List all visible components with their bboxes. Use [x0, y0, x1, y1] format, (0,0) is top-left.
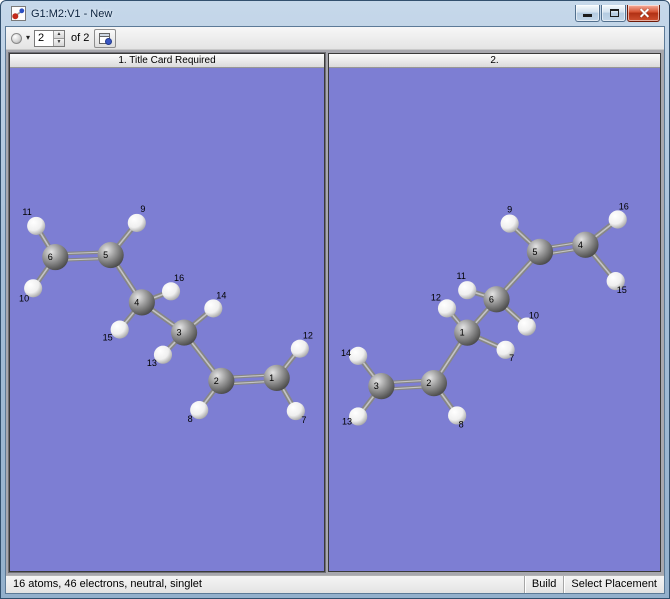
- atom-H-16[interactable]: [609, 210, 627, 228]
- atom-label: 4: [578, 240, 583, 250]
- status-molecule-info: 16 atoms, 46 electrons, neutral, singlet: [6, 576, 524, 593]
- atom-label: 15: [103, 333, 113, 343]
- atom-C-1[interactable]: [454, 320, 480, 346]
- frame-spinner: ▲ ▼: [34, 30, 65, 47]
- atom-H-9[interactable]: [128, 214, 146, 232]
- frame-total-label: 2: [83, 32, 89, 44]
- atom-C-3[interactable]: [368, 373, 394, 399]
- atom-C-1[interactable]: [264, 365, 290, 391]
- atom-label: 12: [431, 292, 441, 302]
- atom-label: 13: [147, 358, 157, 368]
- atom-C-6[interactable]: [42, 244, 68, 270]
- atom-label: 12: [303, 331, 313, 341]
- atom-label: 5: [532, 247, 537, 257]
- atom-label: 3: [374, 381, 379, 391]
- atom-label: 11: [22, 207, 31, 217]
- atom-H-14[interactable]: [204, 299, 222, 317]
- atom-C-6[interactable]: [483, 286, 509, 312]
- atom-label: 9: [507, 204, 512, 214]
- atom-label: 15: [617, 285, 627, 295]
- maximize-button[interactable]: [601, 5, 626, 22]
- molgroup-table-icon: [99, 32, 112, 45]
- molecule-canvas-2[interactable]: 54612391615111210714138: [329, 68, 660, 571]
- window-title: G1:M2:V1 - New: [31, 8, 575, 20]
- close-icon: [638, 8, 649, 19]
- panel-2-body: 54612391615111210714138: [329, 68, 660, 571]
- atom-label: 8: [188, 414, 193, 424]
- of-label: of: [71, 32, 80, 44]
- atom-label: 9: [140, 204, 145, 214]
- atom-label: 7: [301, 415, 306, 425]
- app-window: G1:M2:V1 - New ▾ ▲ ▼ of 2: [0, 0, 670, 599]
- atom-C-4[interactable]: [129, 289, 155, 315]
- atom-label: 1: [269, 373, 274, 383]
- atom-C-5[interactable]: [527, 239, 553, 265]
- spin-up-button[interactable]: ▲: [54, 31, 64, 39]
- atom-label: 4: [134, 297, 139, 307]
- frame-indicator-icon: [11, 33, 22, 44]
- frame-toolbar: ▾ ▲ ▼ of 2: [6, 27, 664, 50]
- spin-down-button[interactable]: ▼: [54, 39, 64, 46]
- atom-label: 10: [19, 293, 29, 303]
- atom-label: 13: [342, 417, 352, 427]
- client-area: ▾ ▲ ▼ of 2 1. Title Card Requ: [5, 26, 665, 594]
- atom-C-2[interactable]: [421, 370, 447, 396]
- frame-spinner-buttons: ▲ ▼: [53, 31, 64, 46]
- atom-H-11[interactable]: [458, 281, 476, 299]
- close-button[interactable]: [627, 5, 660, 22]
- window-controls: [575, 5, 660, 22]
- panel-1-title: 1. Title Card Required: [10, 54, 324, 68]
- atom-H-15[interactable]: [111, 321, 129, 339]
- atom-label: 14: [216, 290, 226, 300]
- molecule-panel-2[interactable]: 2. 54612391615111210714138: [328, 53, 661, 572]
- atom-label: 16: [174, 273, 184, 283]
- atom-label: 3: [177, 328, 182, 338]
- atom-label: 14: [341, 348, 351, 358]
- atom-C-3[interactable]: [171, 320, 197, 346]
- title-bar[interactable]: G1:M2:V1 - New: [5, 1, 665, 26]
- atom-label: 6: [489, 294, 494, 304]
- atom-H-8[interactable]: [190, 401, 208, 419]
- atom-H-16[interactable]: [162, 282, 180, 300]
- app-icon: [11, 6, 26, 21]
- atom-label: 16: [619, 201, 629, 211]
- atom-C-2[interactable]: [208, 368, 234, 394]
- atom-label: 2: [214, 376, 219, 386]
- atom-label: 8: [459, 420, 464, 430]
- dropdown-arrow-icon[interactable]: ▾: [25, 34, 31, 42]
- atom-H-12[interactable]: [291, 340, 309, 358]
- molecule-canvas-1[interactable]: 65432111109161514138127: [10, 68, 324, 571]
- atom-label: 5: [103, 250, 108, 260]
- maximize-icon: [610, 9, 619, 17]
- status-bar: 16 atoms, 46 electrons, neutral, singlet…: [6, 575, 664, 593]
- molecule-panel-1[interactable]: 1. Title Card Required 65432111109161514…: [9, 53, 325, 572]
- atom-H-9[interactable]: [501, 214, 519, 232]
- atom-label: 2: [426, 378, 431, 388]
- status-placement: Select Placement: [563, 576, 664, 593]
- status-mode: Build: [524, 576, 563, 593]
- atom-H-11[interactable]: [27, 217, 45, 235]
- atom-C-4[interactable]: [572, 232, 598, 258]
- atom-label: 1: [460, 328, 465, 338]
- atom-C-5[interactable]: [98, 242, 124, 268]
- frame-number-input[interactable]: [35, 31, 53, 46]
- atom-label: 11: [456, 271, 465, 281]
- molgroup-table-button[interactable]: [94, 29, 116, 48]
- atom-label: 6: [48, 252, 53, 262]
- atom-H-14[interactable]: [349, 347, 367, 365]
- atom-label: 10: [529, 310, 539, 320]
- minimize-button[interactable]: [575, 5, 600, 22]
- minimize-icon: [583, 14, 592, 17]
- panel-2-title: 2.: [329, 54, 660, 68]
- panel-1-body: 65432111109161514138127: [10, 68, 324, 571]
- atom-label: 7: [509, 353, 514, 363]
- view-area: 1. Title Card Required 65432111109161514…: [6, 50, 664, 575]
